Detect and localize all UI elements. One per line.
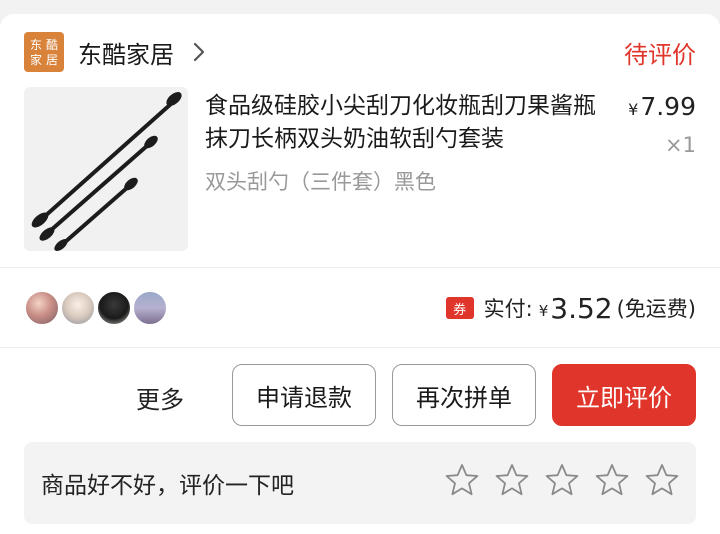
coupon-icon: 券	[445, 297, 474, 319]
more-button[interactable]: 更多	[136, 380, 184, 415]
product-price: ¥7.99	[628, 92, 696, 121]
divider	[0, 347, 720, 348]
order-status: 待评价	[624, 41, 696, 69]
avatar	[96, 290, 132, 326]
avatar	[60, 290, 96, 326]
star-icon[interactable]	[644, 462, 680, 498]
group-avatars[interactable]	[24, 290, 174, 326]
product-quantity: ×1	[665, 133, 696, 157]
star-icon[interactable]	[544, 462, 580, 498]
paid-label: 实付:	[483, 297, 533, 321]
star-icon[interactable]	[494, 462, 530, 498]
product-title[interactable]: 食品级硅胶小尖刮刀化妆瓶刮刀果酱瓶抹刀长柄双头奶油软刮勺套装	[205, 90, 615, 156]
shop-logo: 东 酷 家 居	[24, 32, 64, 72]
spatula-set-image	[31, 92, 182, 251]
avatar	[24, 290, 60, 326]
product-sku: 双头刮勺（三件套）黑色	[205, 170, 436, 194]
shipping-note: (免运费)	[616, 297, 696, 321]
avatar	[132, 290, 168, 326]
quick-review-panel: 商品好不好，评价一下吧	[24, 442, 696, 524]
review-prompt: 商品好不好，评价一下吧	[41, 473, 294, 499]
paid-amount-row: 券 实付: ¥ 3.52 (免运费)	[445, 290, 696, 326]
shop-name[interactable]: 东酷家居	[78, 35, 174, 70]
paid-currency: ¥	[538, 302, 549, 320]
reorder-button[interactable]: 再次拼单	[392, 364, 536, 426]
chevron-right-icon[interactable]	[190, 41, 208, 63]
product-image[interactable]	[24, 87, 188, 251]
review-button[interactable]: 立即评价	[552, 364, 696, 426]
star-icon[interactable]	[444, 462, 480, 498]
star-icon[interactable]	[594, 462, 630, 498]
shop-header[interactable]: 东 酷 家 居 东酷家居 待评价	[24, 31, 696, 72]
paid-amount: 3.52	[550, 291, 613, 325]
refund-button[interactable]: 申请退款	[232, 364, 376, 426]
order-card: 东 酷 家 居 东酷家居 待评价 食品级硅胶小尖刮刀化妆瓶刮刀果酱瓶抹刀长柄双头…	[0, 14, 720, 534]
star-rating[interactable]	[444, 462, 680, 498]
divider	[0, 267, 720, 268]
